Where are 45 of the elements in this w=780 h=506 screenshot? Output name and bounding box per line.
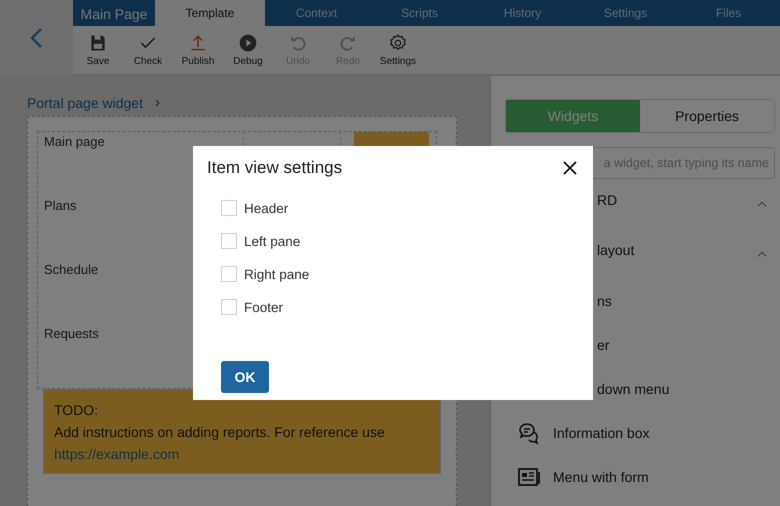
checkbox[interactable]: [221, 233, 237, 249]
widget-item[interactable]: down menu: [597, 381, 670, 397]
widget-item[interactable]: Menu with form: [553, 469, 649, 485]
tab[interactable]: Template: [155, 0, 265, 26]
note-text: Add instructions on adding reports. For reference use: [54, 423, 386, 442]
page-title: Main Page: [80, 5, 148, 24]
play-icon: [238, 33, 258, 53]
group-header[interactable]: RD: [597, 192, 618, 208]
tab[interactable]: Scripts: [368, 0, 471, 26]
close-button[interactable]: [561, 159, 579, 177]
layout-row-label: Requests: [44, 326, 99, 341]
gear-icon: [388, 33, 408, 53]
speech-bubbles-icon: [517, 421, 541, 445]
breadcrumb-link[interactable]: Portal page widget: [27, 95, 143, 111]
note-link[interactable]: https://example.com: [54, 446, 180, 462]
close-icon: [561, 159, 579, 177]
note-title: TODO:: [54, 401, 100, 420]
ok-button[interactable]: OK: [221, 361, 269, 393]
group-header[interactable]: layout: [597, 242, 634, 258]
checkbox[interactable]: [221, 299, 237, 315]
back-button[interactable]: [0, 0, 73, 76]
tab[interactable]: Settings: [574, 0, 677, 26]
layout-row-label: Main page: [44, 134, 105, 149]
toolbar-button[interactable]: Save: [73, 26, 123, 74]
toolbar-button[interactable]: Publish: [173, 26, 223, 74]
tab[interactable]: Context: [265, 0, 368, 26]
layout-row-label: Plans: [44, 198, 77, 213]
dialog-title: Item view settings: [207, 158, 342, 178]
checkbox-label: Header: [244, 200, 288, 216]
tab[interactable]: Files: [677, 0, 780, 26]
toolbar-button[interactable]: Debug: [223, 26, 273, 74]
widget-item[interactable]: ns: [597, 293, 612, 309]
newspaper-icon: [517, 465, 541, 489]
checkbox[interactable]: [221, 200, 237, 216]
layout-row-label: Schedule: [44, 262, 98, 277]
checkbox-label: Left pane: [244, 234, 300, 248]
widget-item[interactable]: er: [597, 337, 610, 353]
chevron-right-icon: [152, 98, 162, 108]
checkbox-label: Footer: [244, 300, 284, 314]
toolbar-button[interactable]: Check: [123, 26, 173, 74]
widget-item[interactable]: Information box: [553, 425, 650, 441]
checkbox-label: Right pane: [244, 266, 310, 282]
tab[interactable]: History: [471, 0, 574, 26]
checkbox[interactable]: [221, 266, 237, 282]
toolbar-button[interactable]: Settings: [373, 26, 423, 74]
